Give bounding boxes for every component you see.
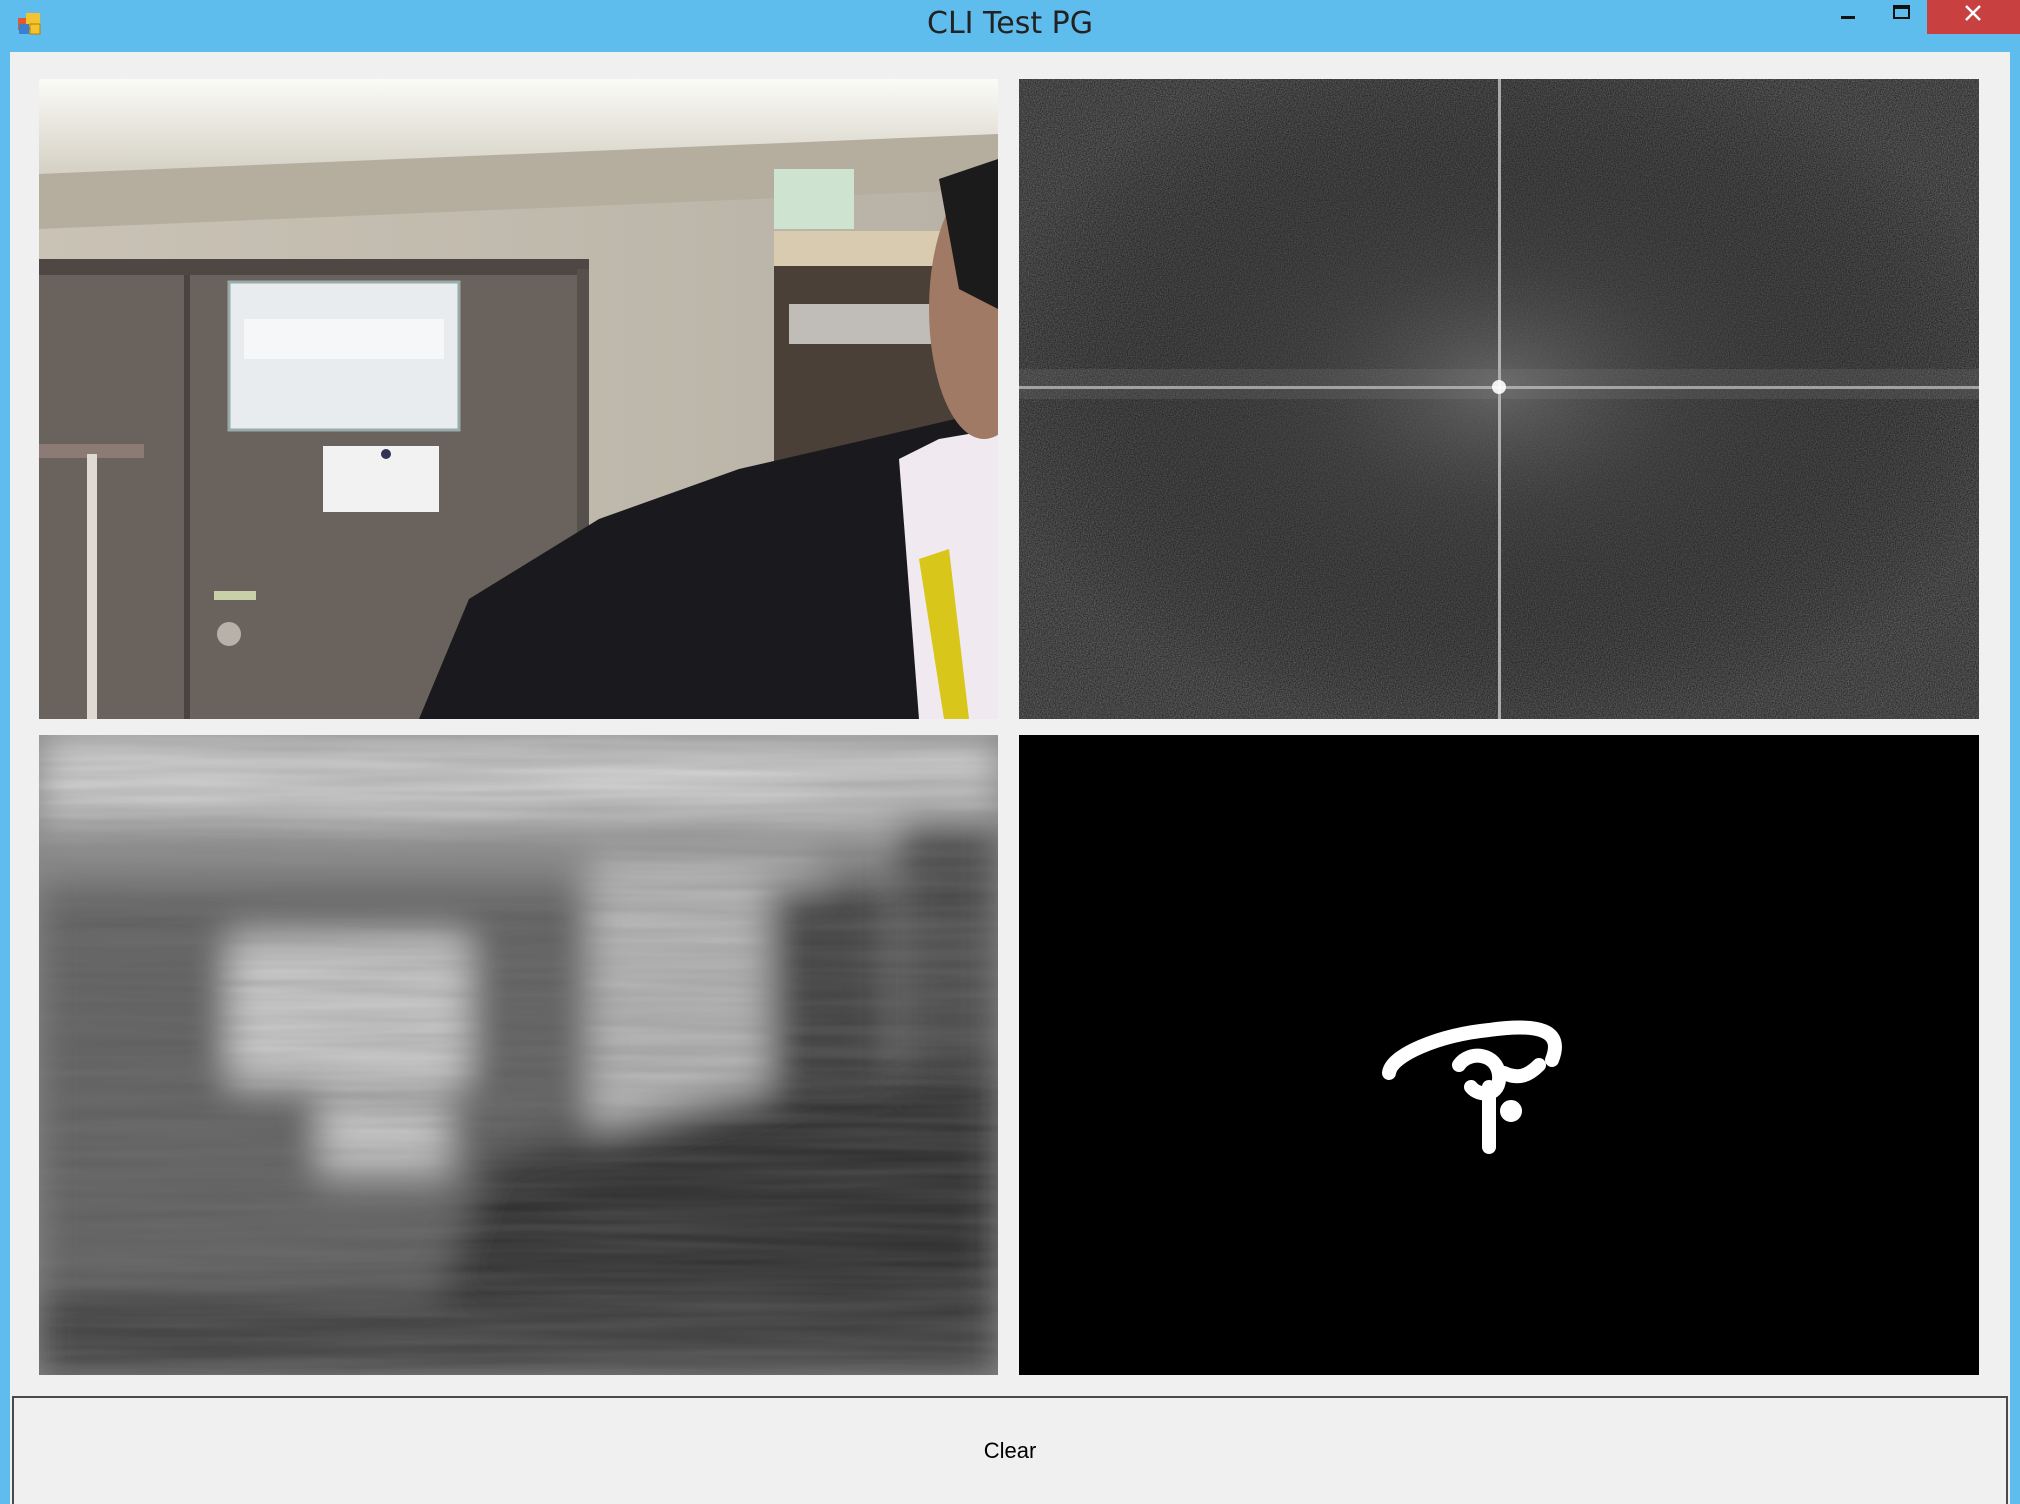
window-border-left [0, 52, 10, 1504]
filtered-image-view [39, 735, 998, 1375]
close-icon [1965, 5, 1981, 21]
camera-view [39, 79, 998, 719]
camera-image [39, 79, 998, 719]
maximize-button[interactable] [1876, 0, 1928, 34]
mask-view [1019, 735, 1979, 1375]
window-title: CLI Test PG [927, 6, 1093, 41]
clear-button[interactable]: Clear [12, 1396, 2008, 1504]
mask-drawing [1382, 1020, 1562, 1154]
close-button[interactable] [1927, 0, 2020, 34]
clear-button-label: Clear [983, 1438, 1037, 1463]
minimize-icon [1841, 16, 1855, 19]
window-border-right [2010, 52, 2020, 1504]
maximize-icon [1893, 5, 1910, 19]
filtered-image [39, 735, 998, 1375]
fft-spectrum-image [1019, 79, 1979, 719]
minimize-button[interactable] [1820, 0, 1876, 34]
fft-spectrum-view [1019, 79, 1979, 719]
title-bar: CLI Test PG [0, 0, 2020, 52]
